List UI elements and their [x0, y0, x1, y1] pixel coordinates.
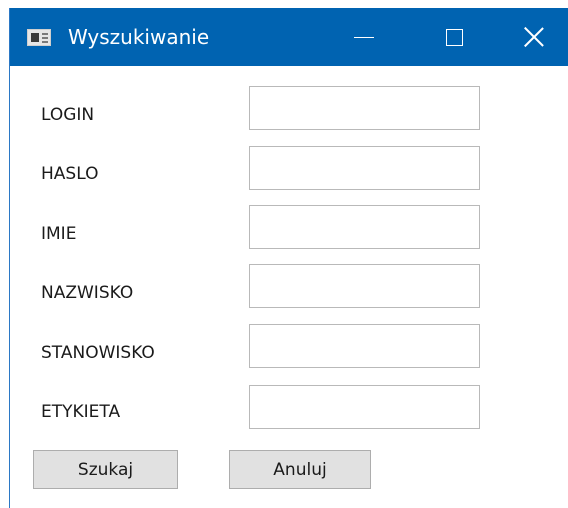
login-label: LOGIN: [41, 105, 95, 125]
haslo-label: HASLO: [41, 164, 99, 184]
stanowisko-label: STANOWISKO: [41, 343, 155, 363]
etykieta-input[interactable]: [249, 385, 480, 429]
imie-label: IMIE: [41, 224, 77, 244]
haslo-input[interactable]: [249, 146, 480, 190]
maximize-icon: [445, 28, 463, 46]
etykieta-label: ETYKIETA: [41, 402, 121, 422]
nazwisko-label: NAZWISKO: [41, 283, 134, 303]
minimize-icon: [354, 36, 374, 38]
window-title: Wyszukiwanie: [68, 25, 210, 49]
minimize-button[interactable]: [319, 8, 409, 66]
maximize-button[interactable]: [409, 8, 499, 66]
login-input[interactable]: [249, 86, 480, 130]
window-app-icon: [27, 29, 51, 46]
search-button[interactable]: Szukaj: [33, 450, 178, 489]
close-icon: [524, 27, 544, 47]
close-button[interactable]: [499, 8, 568, 66]
search-window: Wyszukiwanie LOGIN HASLO IMIE NAZWISKO S…: [9, 8, 568, 508]
stanowisko-input[interactable]: [249, 324, 480, 368]
imie-input[interactable]: [249, 205, 480, 249]
nazwisko-input[interactable]: [249, 264, 480, 308]
title-bar[interactable]: Wyszukiwanie: [10, 8, 568, 66]
cancel-button[interactable]: Anuluj: [229, 450, 371, 489]
